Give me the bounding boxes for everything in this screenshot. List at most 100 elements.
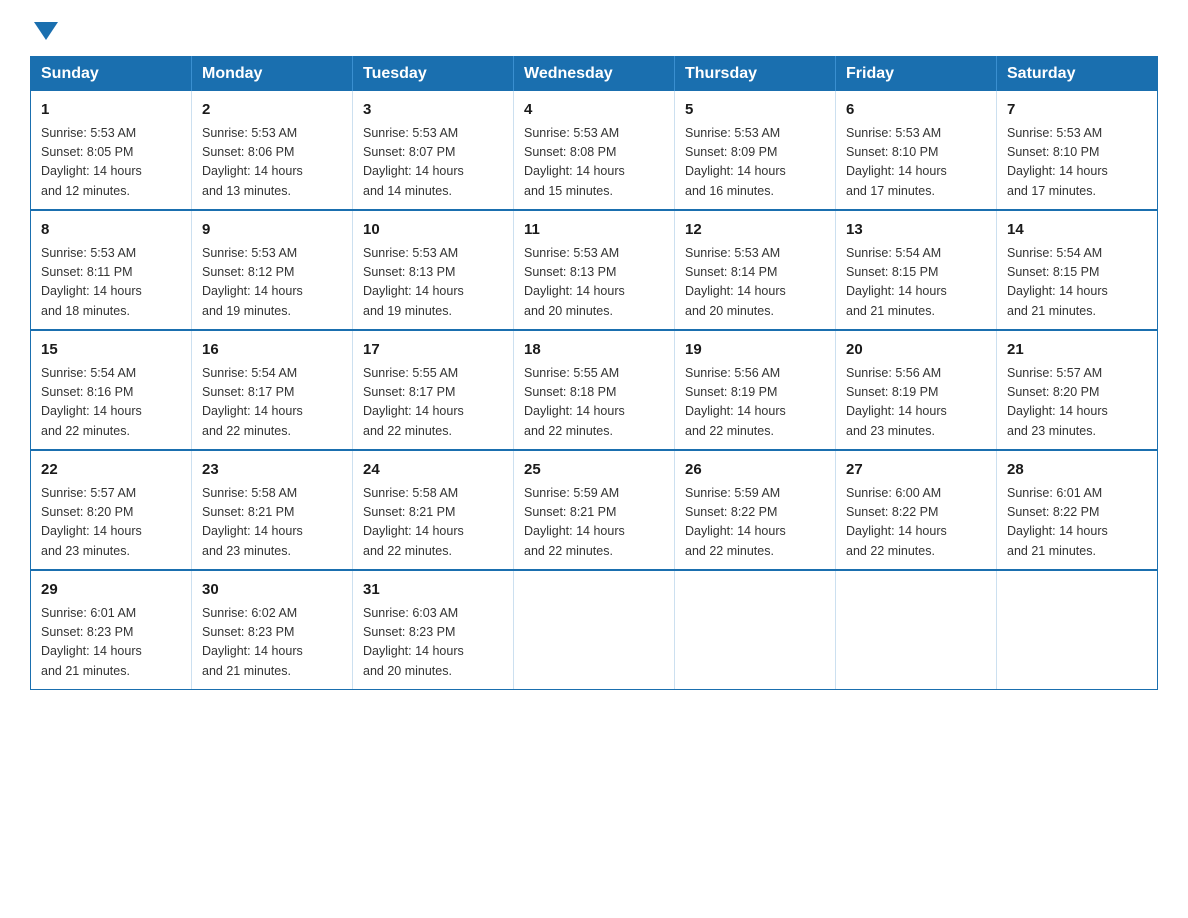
day-cell: [675, 570, 836, 690]
day-cell: 10Sunrise: 5:53 AMSunset: 8:13 PMDayligh…: [353, 210, 514, 330]
day-cell: 8Sunrise: 5:53 AMSunset: 8:11 PMDaylight…: [31, 210, 192, 330]
day-info: Sunrise: 5:57 AMSunset: 8:20 PMDaylight:…: [1007, 364, 1147, 442]
day-cell: 7Sunrise: 5:53 AMSunset: 8:10 PMDaylight…: [997, 91, 1158, 210]
header-sunday: Sunday: [31, 57, 192, 92]
header-tuesday: Tuesday: [353, 57, 514, 92]
day-cell: 2Sunrise: 5:53 AMSunset: 8:06 PMDaylight…: [192, 91, 353, 210]
day-cell: [997, 570, 1158, 690]
day-number: 11: [524, 219, 664, 242]
day-info: Sunrise: 5:54 AMSunset: 8:15 PMDaylight:…: [846, 244, 986, 322]
calendar-body: 1Sunrise: 5:53 AMSunset: 8:05 PMDaylight…: [31, 91, 1158, 690]
day-cell: 20Sunrise: 5:56 AMSunset: 8:19 PMDayligh…: [836, 330, 997, 450]
day-cell: [836, 570, 997, 690]
day-info: Sunrise: 6:00 AMSunset: 8:22 PMDaylight:…: [846, 484, 986, 562]
day-info: Sunrise: 5:53 AMSunset: 8:12 PMDaylight:…: [202, 244, 342, 322]
day-cell: 4Sunrise: 5:53 AMSunset: 8:08 PMDaylight…: [514, 91, 675, 210]
day-info: Sunrise: 5:54 AMSunset: 8:16 PMDaylight:…: [41, 364, 181, 442]
day-info: Sunrise: 5:54 AMSunset: 8:17 PMDaylight:…: [202, 364, 342, 442]
day-info: Sunrise: 5:53 AMSunset: 8:08 PMDaylight:…: [524, 124, 664, 202]
day-info: Sunrise: 5:53 AMSunset: 8:10 PMDaylight:…: [1007, 124, 1147, 202]
day-number: 7: [1007, 99, 1147, 122]
day-number: 30: [202, 579, 342, 602]
day-info: Sunrise: 5:53 AMSunset: 8:06 PMDaylight:…: [202, 124, 342, 202]
day-info: Sunrise: 5:53 AMSunset: 8:13 PMDaylight:…: [363, 244, 503, 322]
day-number: 16: [202, 339, 342, 362]
logo: [30, 20, 58, 38]
week-row-3: 15Sunrise: 5:54 AMSunset: 8:16 PMDayligh…: [31, 330, 1158, 450]
day-info: Sunrise: 5:59 AMSunset: 8:21 PMDaylight:…: [524, 484, 664, 562]
day-number: 19: [685, 339, 825, 362]
day-number: 25: [524, 459, 664, 482]
day-number: 28: [1007, 459, 1147, 482]
day-cell: 17Sunrise: 5:55 AMSunset: 8:17 PMDayligh…: [353, 330, 514, 450]
day-cell: 26Sunrise: 5:59 AMSunset: 8:22 PMDayligh…: [675, 450, 836, 570]
day-info: Sunrise: 6:01 AMSunset: 8:23 PMDaylight:…: [41, 604, 181, 682]
day-number: 22: [41, 459, 181, 482]
day-info: Sunrise: 5:56 AMSunset: 8:19 PMDaylight:…: [846, 364, 986, 442]
day-number: 29: [41, 579, 181, 602]
day-cell: 30Sunrise: 6:02 AMSunset: 8:23 PMDayligh…: [192, 570, 353, 690]
day-info: Sunrise: 5:58 AMSunset: 8:21 PMDaylight:…: [202, 484, 342, 562]
day-number: 3: [363, 99, 503, 122]
day-info: Sunrise: 5:53 AMSunset: 8:11 PMDaylight:…: [41, 244, 181, 322]
week-row-1: 1Sunrise: 5:53 AMSunset: 8:05 PMDaylight…: [31, 91, 1158, 210]
day-cell: 6Sunrise: 5:53 AMSunset: 8:10 PMDaylight…: [836, 91, 997, 210]
logo-triangle-icon: [34, 22, 58, 40]
day-number: 14: [1007, 219, 1147, 242]
header: [30, 20, 1158, 38]
day-number: 1: [41, 99, 181, 122]
day-info: Sunrise: 5:56 AMSunset: 8:19 PMDaylight:…: [685, 364, 825, 442]
day-cell: 27Sunrise: 6:00 AMSunset: 8:22 PMDayligh…: [836, 450, 997, 570]
logo-blue-text: [30, 20, 58, 38]
day-number: 31: [363, 579, 503, 602]
day-info: Sunrise: 5:53 AMSunset: 8:07 PMDaylight:…: [363, 124, 503, 202]
day-info: Sunrise: 5:59 AMSunset: 8:22 PMDaylight:…: [685, 484, 825, 562]
day-cell: 29Sunrise: 6:01 AMSunset: 8:23 PMDayligh…: [31, 570, 192, 690]
day-info: Sunrise: 6:02 AMSunset: 8:23 PMDaylight:…: [202, 604, 342, 682]
day-number: 10: [363, 219, 503, 242]
day-number: 27: [846, 459, 986, 482]
day-number: 26: [685, 459, 825, 482]
day-info: Sunrise: 5:58 AMSunset: 8:21 PMDaylight:…: [363, 484, 503, 562]
day-cell: 9Sunrise: 5:53 AMSunset: 8:12 PMDaylight…: [192, 210, 353, 330]
day-cell: [514, 570, 675, 690]
day-number: 6: [846, 99, 986, 122]
day-cell: 16Sunrise: 5:54 AMSunset: 8:17 PMDayligh…: [192, 330, 353, 450]
day-info: Sunrise: 5:53 AMSunset: 8:09 PMDaylight:…: [685, 124, 825, 202]
week-row-5: 29Sunrise: 6:01 AMSunset: 8:23 PMDayligh…: [31, 570, 1158, 690]
day-cell: 12Sunrise: 5:53 AMSunset: 8:14 PMDayligh…: [675, 210, 836, 330]
header-friday: Friday: [836, 57, 997, 92]
day-info: Sunrise: 6:03 AMSunset: 8:23 PMDaylight:…: [363, 604, 503, 682]
header-wednesday: Wednesday: [514, 57, 675, 92]
day-info: Sunrise: 5:55 AMSunset: 8:17 PMDaylight:…: [363, 364, 503, 442]
day-number: 20: [846, 339, 986, 362]
day-cell: 23Sunrise: 5:58 AMSunset: 8:21 PMDayligh…: [192, 450, 353, 570]
day-number: 5: [685, 99, 825, 122]
day-info: Sunrise: 5:57 AMSunset: 8:20 PMDaylight:…: [41, 484, 181, 562]
day-cell: 21Sunrise: 5:57 AMSunset: 8:20 PMDayligh…: [997, 330, 1158, 450]
day-number: 17: [363, 339, 503, 362]
day-cell: 24Sunrise: 5:58 AMSunset: 8:21 PMDayligh…: [353, 450, 514, 570]
day-info: Sunrise: 5:53 AMSunset: 8:10 PMDaylight:…: [846, 124, 986, 202]
day-cell: 18Sunrise: 5:55 AMSunset: 8:18 PMDayligh…: [514, 330, 675, 450]
header-row: SundayMondayTuesdayWednesdayThursdayFrid…: [31, 57, 1158, 92]
day-cell: 14Sunrise: 5:54 AMSunset: 8:15 PMDayligh…: [997, 210, 1158, 330]
day-number: 24: [363, 459, 503, 482]
day-cell: 22Sunrise: 5:57 AMSunset: 8:20 PMDayligh…: [31, 450, 192, 570]
day-info: Sunrise: 5:53 AMSunset: 8:05 PMDaylight:…: [41, 124, 181, 202]
day-info: Sunrise: 5:53 AMSunset: 8:14 PMDaylight:…: [685, 244, 825, 322]
day-number: 13: [846, 219, 986, 242]
day-cell: 28Sunrise: 6:01 AMSunset: 8:22 PMDayligh…: [997, 450, 1158, 570]
day-cell: 1Sunrise: 5:53 AMSunset: 8:05 PMDaylight…: [31, 91, 192, 210]
calendar-table: SundayMondayTuesdayWednesdayThursdayFrid…: [30, 56, 1158, 690]
day-number: 4: [524, 99, 664, 122]
calendar-header: SundayMondayTuesdayWednesdayThursdayFrid…: [31, 57, 1158, 92]
day-number: 9: [202, 219, 342, 242]
day-number: 8: [41, 219, 181, 242]
day-info: Sunrise: 6:01 AMSunset: 8:22 PMDaylight:…: [1007, 484, 1147, 562]
header-thursday: Thursday: [675, 57, 836, 92]
day-cell: 13Sunrise: 5:54 AMSunset: 8:15 PMDayligh…: [836, 210, 997, 330]
day-cell: 3Sunrise: 5:53 AMSunset: 8:07 PMDaylight…: [353, 91, 514, 210]
day-number: 18: [524, 339, 664, 362]
week-row-4: 22Sunrise: 5:57 AMSunset: 8:20 PMDayligh…: [31, 450, 1158, 570]
